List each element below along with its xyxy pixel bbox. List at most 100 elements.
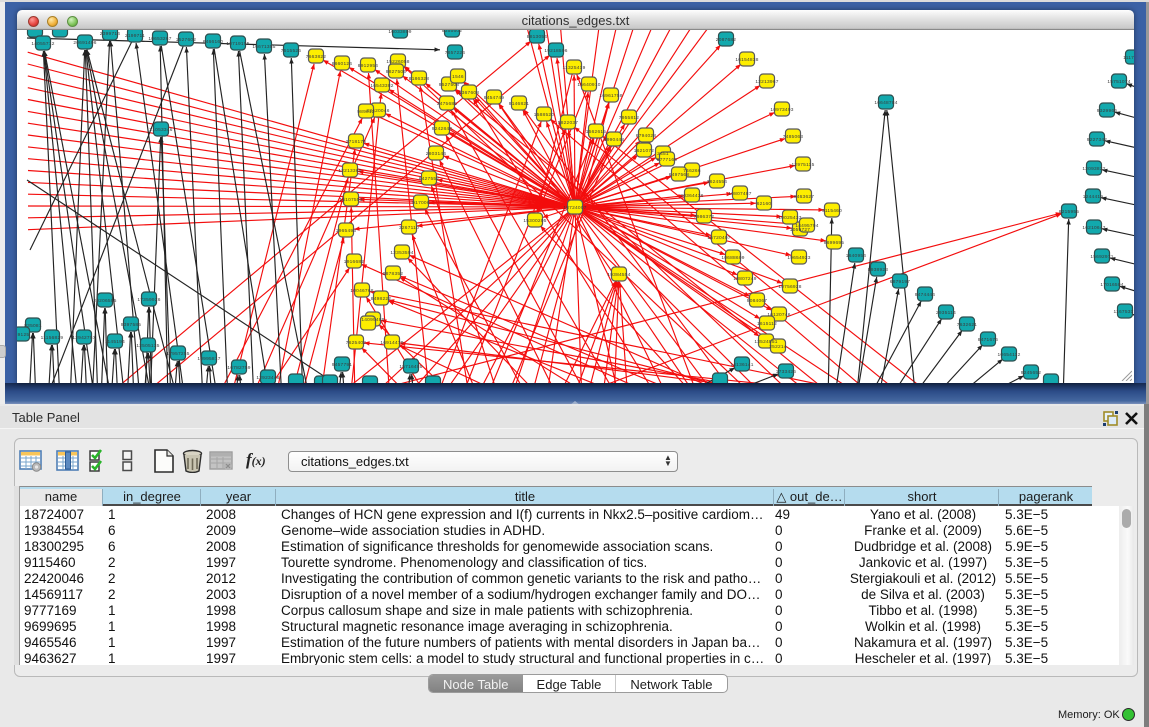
svg-text:3624554: 3624554 [707, 179, 728, 185]
svg-text:16671355: 16671355 [252, 44, 275, 50]
svg-text:252214: 252214 [769, 344, 787, 350]
svg-text:9827506: 9827506 [386, 69, 407, 75]
svg-text:11156829: 11156829 [41, 335, 64, 341]
svg-text:12942757: 12942757 [72, 335, 95, 341]
svg-text:10653267: 10653267 [148, 36, 171, 42]
svg-text:1244419: 1244419 [1083, 194, 1104, 200]
svg-text:7625402: 7625402 [346, 340, 367, 346]
svg-text:12213369: 12213369 [338, 168, 361, 174]
svg-text:8215955: 8215955 [1059, 209, 1080, 215]
svg-text:1562615: 1562615 [586, 129, 607, 135]
svg-text:835081: 835081 [24, 323, 42, 329]
svg-text:8471676: 8471676 [978, 337, 999, 343]
svg-text:11675317: 11675317 [1114, 309, 1135, 315]
svg-text:9527508: 9527508 [439, 82, 460, 88]
svg-text:19654923: 19654923 [787, 255, 810, 261]
svg-text:15716485: 15716485 [399, 364, 422, 370]
svg-text:14495794: 14495794 [795, 223, 818, 229]
svg-text:14055712: 14055712 [31, 41, 54, 47]
svg-text:1546: 1546 [452, 74, 464, 80]
svg-text:9355602: 9355602 [442, 30, 463, 34]
svg-text:5822037: 5822037 [558, 120, 579, 126]
svg-text:9227342: 9227342 [1087, 137, 1108, 143]
svg-text:2451: 2451 [657, 151, 669, 157]
svg-text:7857224: 7857224 [445, 50, 466, 56]
svg-text:989012: 989012 [357, 109, 375, 115]
svg-text:14136141: 14136141 [730, 362, 753, 368]
svg-text:6497568: 6497568 [669, 172, 690, 178]
svg-text:12093822: 12093822 [1082, 166, 1105, 172]
svg-text:1621072: 1621072 [634, 148, 655, 154]
svg-text:9146821: 9146821 [509, 101, 530, 107]
svg-text:14099489: 14099489 [361, 317, 384, 323]
svg-text:15640910: 15640910 [577, 82, 600, 88]
svg-text:18724007: 18724007 [563, 205, 586, 211]
svg-text:8938923: 8938923 [868, 267, 889, 273]
svg-text:3475685: 3475685 [437, 101, 458, 107]
svg-text:19218506: 19218506 [544, 48, 567, 54]
svg-text:8186328: 8186328 [409, 76, 430, 82]
svg-text:39125: 39125 [17, 332, 29, 338]
svg-text:1117334: 1117334 [1123, 55, 1134, 61]
svg-text:62160: 62160 [757, 201, 772, 207]
svg-text:8498222: 8498222 [371, 296, 392, 302]
svg-text:9397585: 9397585 [121, 322, 142, 328]
svg-text:19384554: 19384554 [607, 272, 630, 278]
svg-text:10046768: 10046768 [350, 288, 373, 294]
svg-text:1145194: 1145194 [105, 339, 125, 345]
svg-text:21053346: 21053346 [149, 127, 172, 133]
svg-text:8427552: 8427552 [419, 176, 440, 182]
svg-text:9115460: 9115460 [822, 208, 842, 214]
svg-text:10719155: 10719155 [226, 41, 249, 47]
svg-text:9242848: 9242848 [432, 126, 453, 132]
svg-text:12923446: 12923446 [256, 375, 279, 381]
svg-text:1733426: 1733426 [776, 369, 797, 375]
svg-text:7663822: 7663822 [306, 54, 327, 60]
svg-text:16961758: 16961758 [599, 93, 622, 99]
svg-text:2803144: 2803144 [426, 151, 447, 157]
svg-text:17016504: 17016504 [1100, 282, 1123, 288]
svg-text:6879197: 6879197 [890, 279, 911, 285]
svg-text:16033809: 16033809 [388, 30, 411, 35]
svg-text:16648784: 16648784 [874, 100, 897, 106]
svg-text:10807487: 10807487 [728, 191, 751, 197]
svg-text:9474444: 9474444 [915, 292, 936, 298]
svg-text:7986372: 7986372 [694, 214, 715, 220]
svg-text:8813054: 8813054 [527, 34, 548, 40]
svg-text:12975115: 12975115 [792, 162, 815, 168]
svg-text:1916682: 1916682 [344, 259, 365, 265]
svg-text:12353594: 12353594 [390, 250, 413, 256]
svg-text:2718176: 2718176 [346, 139, 367, 145]
svg-text:15720407: 15720407 [707, 235, 730, 241]
svg-text:20691406: 20691406 [73, 40, 96, 46]
svg-text:1527602: 1527602 [176, 37, 197, 43]
svg-text:17957255: 17957255 [166, 351, 189, 357]
svg-text:8990448: 8990448 [604, 137, 625, 143]
svg-text:20206505: 20206505 [93, 298, 116, 304]
svg-text:15226058: 15226058 [386, 59, 409, 65]
svg-text:1588520: 1588520 [534, 112, 555, 118]
svg-text:12213967: 12213967 [755, 79, 778, 85]
svg-text:10973493: 10973493 [770, 107, 793, 113]
svg-text:17359926: 17359926 [137, 297, 160, 303]
svg-text:7485063: 7485063 [783, 134, 804, 140]
svg-text:12505135: 12505135 [136, 343, 159, 349]
svg-text:16120746: 16120746 [767, 312, 790, 318]
svg-text:20364436: 20364436 [680, 193, 703, 199]
svg-text:10654112: 10654112 [998, 352, 1021, 358]
svg-text:9457791: 9457791 [332, 362, 353, 368]
svg-text:9329966: 9329966 [1097, 108, 1118, 114]
svg-text:16782759: 16782759 [227, 365, 250, 371]
svg-text:7632621: 7632621 [957, 322, 978, 328]
svg-text:10756928: 10756928 [778, 284, 801, 290]
svg-text:8454749: 8454749 [484, 95, 505, 101]
svg-text:10995817: 10995817 [197, 356, 220, 362]
svg-text:1965493: 1965493 [336, 228, 357, 234]
svg-text:16154838: 16154838 [735, 57, 758, 63]
svg-text:9245652: 9245652 [1021, 370, 1042, 376]
svg-text:8878352: 8878352 [383, 271, 404, 277]
svg-text:16210643: 16210643 [1082, 225, 1105, 231]
svg-text:917006: 917006 [412, 200, 430, 206]
svg-text:9084067: 9084067 [747, 298, 768, 304]
svg-text:15692971: 15692971 [1090, 254, 1113, 260]
